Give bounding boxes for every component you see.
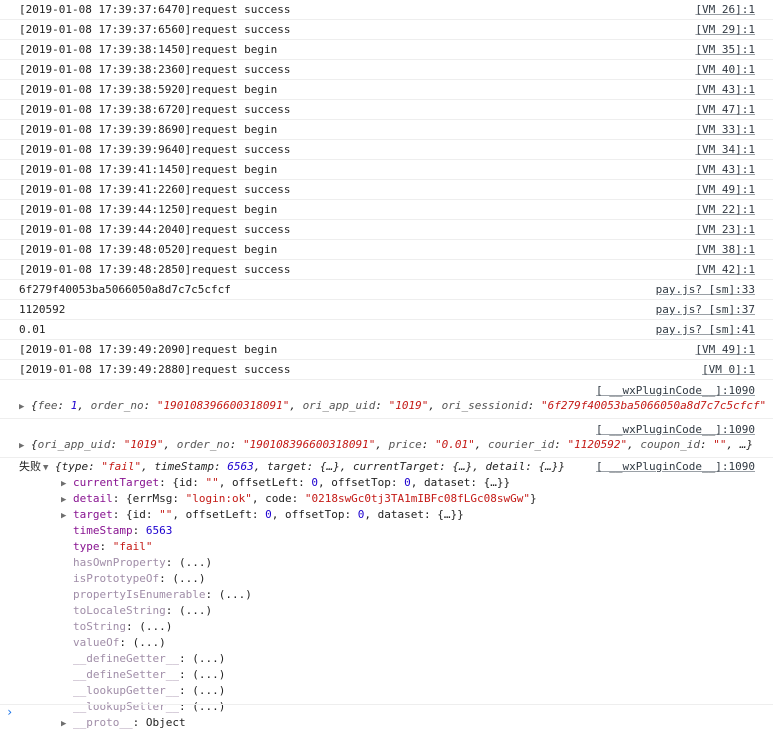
- object-log-row: [ __wxPluginCode__]:1090 ▶ {fee: 1, order…: [0, 380, 773, 419]
- source-link[interactable]: [ __wxPluginCode__]:1090: [596, 458, 755, 475]
- source-link[interactable]: pay.js? [sm]:37: [656, 300, 755, 319]
- property-timeStamp: timeStamp: 6563: [73, 524, 173, 537]
- log-text: [2019-01-08 17:39:48:2850]request succes…: [19, 263, 291, 276]
- console-panel: [2019-01-08 17:39:37:6470]request succes…: [0, 0, 773, 729]
- log-row: [2019-01-08 17:39:38:5920]request begin […: [0, 80, 773, 100]
- source-link[interactable]: [VM 35]:1: [695, 40, 755, 59]
- source-link[interactable]: [VM 29]:1: [695, 20, 755, 39]
- log-row: [2019-01-08 17:39:41:2260]request succes…: [0, 180, 773, 200]
- source-link[interactable]: pay.js? [sm]:33: [656, 280, 755, 299]
- source-link[interactable]: [VM 23]:1: [695, 220, 755, 239]
- log-row: [2019-01-08 17:39:37:6470]request succes…: [0, 0, 773, 20]
- accessor-property[interactable]: valueOf: (...): [0, 635, 773, 651]
- log-row: [2019-01-08 17:39:39:9640]request succes…: [0, 140, 773, 160]
- log-row: [2019-01-08 17:39:44:2040]request succes…: [0, 220, 773, 240]
- log-text: [2019-01-08 17:39:44:1250]request begin: [19, 203, 278, 216]
- accessor-property[interactable]: __defineGetter__: (...): [0, 651, 773, 667]
- log-row: 0.01 pay.js? [sm]:41: [0, 320, 773, 340]
- expand-triangle-icon[interactable]: ▶: [19, 441, 31, 451]
- expand-triangle-icon[interactable]: ▶: [61, 476, 73, 492]
- expand-triangle-icon[interactable]: ▶: [19, 402, 31, 412]
- source-link[interactable]: [VM 0]:1: [702, 360, 755, 379]
- source-link[interactable]: [VM 38]:1: [695, 240, 755, 259]
- log-text: [2019-01-08 17:39:39:8690]request begin: [19, 123, 278, 136]
- log-row: 6f279f40053ba5066050a8d7c7c5cfcf pay.js? …: [0, 280, 773, 300]
- log-row: [2019-01-08 17:39:38:6720]request succes…: [0, 100, 773, 120]
- collapse-triangle-icon[interactable]: ▼: [43, 460, 55, 477]
- log-text: [2019-01-08 17:39:44:2040]request succes…: [19, 223, 291, 236]
- source-link[interactable]: [VM 42]:1: [695, 260, 755, 279]
- log-row: [2019-01-08 17:39:49:2880]request succes…: [0, 360, 773, 380]
- object-preview[interactable]: ▶ {fee: 1, order_no: "190108396600318091"…: [19, 399, 767, 412]
- log-text: [2019-01-08 17:39:48:0520]request begin: [19, 243, 278, 256]
- log-row: [2019-01-08 17:39:38:2360]request succes…: [0, 60, 773, 80]
- accessor-property[interactable]: toLocaleString: (...): [0, 603, 773, 619]
- log-text: [2019-01-08 17:39:38:1450]request begin: [19, 43, 278, 56]
- accessor-property[interactable]: isPrototypeOf: (...): [0, 571, 773, 587]
- log-text: [2019-01-08 17:39:38:6720]request succes…: [19, 103, 291, 116]
- log-text: [2019-01-08 17:39:41:2260]request succes…: [19, 183, 291, 196]
- source-link[interactable]: [VM 40]:1: [695, 60, 755, 79]
- source-link[interactable]: [VM 34]:1: [695, 140, 755, 159]
- log-row: 1120592 pay.js? [sm]:37: [0, 300, 773, 320]
- log-row: [2019-01-08 17:39:44:1250]request begin […: [0, 200, 773, 220]
- property-currentTarget[interactable]: ▶ currentTarget: {id: "", offsetLeft: 0, …: [0, 475, 773, 491]
- source-link[interactable]: [VM 47]:1: [695, 100, 755, 119]
- property-target[interactable]: ▶ target: {id: "", offsetLeft: 0, offsetT…: [0, 507, 773, 523]
- log-text: [2019-01-08 17:39:39:9640]request succes…: [19, 143, 291, 156]
- source-link[interactable]: [VM 43]:1: [695, 160, 755, 179]
- source-link[interactable]: [ __wxPluginCode__]:1090: [596, 423, 755, 436]
- log-text: [2019-01-08 17:39:38:2360]request succes…: [19, 63, 291, 76]
- source-link[interactable]: [ __wxPluginCode__]:1090: [596, 384, 755, 397]
- source-link[interactable]: [VM 33]:1: [695, 120, 755, 139]
- source-link[interactable]: [VM 26]:1: [695, 0, 755, 19]
- prompt-chevron-icon: ›: [6, 705, 14, 719]
- log-row: [2019-01-08 17:39:48:0520]request begin […: [0, 240, 773, 260]
- log-text: 1120592: [19, 303, 66, 316]
- log-text: [2019-01-08 17:39:49:2880]request succes…: [19, 363, 291, 376]
- accessor-property[interactable]: hasOwnProperty: (...): [0, 555, 773, 571]
- expand-triangle-icon[interactable]: ▶: [61, 508, 73, 524]
- object-preview[interactable]: ▶ {ori_app_uid: "1019", order_no: "190108…: [19, 438, 767, 451]
- log-text: [2019-01-08 17:39:41:1450]request begin: [19, 163, 278, 176]
- console-prompt[interactable]: ›: [0, 704, 773, 722]
- accessor-property[interactable]: propertyIsEnumerable: (...): [0, 587, 773, 603]
- log-row: [2019-01-08 17:39:49:2090]request begin […: [0, 340, 773, 360]
- source-link[interactable]: [VM 49]:1: [695, 340, 755, 359]
- source-link[interactable]: [VM 49]:1: [695, 180, 755, 199]
- expanded-object-log: 失败 ▼ {type: "fail", timeStamp: 6563, targe…: [0, 458, 773, 731]
- object-header[interactable]: 失败 ▼ {type: "fail", timeStamp: 6563, targe…: [0, 458, 773, 475]
- expand-triangle-icon[interactable]: ▶: [61, 492, 73, 508]
- log-text: 6f279f40053ba5066050a8d7c7c5cfcf: [19, 283, 231, 296]
- log-row: [2019-01-08 17:39:37:6560]request succes…: [0, 20, 773, 40]
- accessor-property[interactable]: __lookupGetter__: (...): [0, 683, 773, 699]
- source-link[interactable]: [VM 43]:1: [695, 80, 755, 99]
- property-type: type: "fail": [73, 540, 153, 553]
- log-row: [2019-01-08 17:39:39:8690]request begin […: [0, 120, 773, 140]
- property-detail[interactable]: ▶ detail: {errMsg: "login:ok", code: "021…: [0, 491, 773, 507]
- log-text: [2019-01-08 17:39:37:6560]request succes…: [19, 23, 291, 36]
- accessor-property[interactable]: toString: (...): [0, 619, 773, 635]
- log-text: [2019-01-08 17:39:49:2090]request begin: [19, 343, 278, 356]
- fail-label: 失败: [19, 460, 41, 473]
- log-text: [2019-01-08 17:39:37:6470]request succes…: [19, 3, 291, 16]
- source-link[interactable]: [VM 22]:1: [695, 200, 755, 219]
- log-row: [2019-01-08 17:39:41:1450]request begin […: [0, 160, 773, 180]
- log-text: 0.01: [19, 323, 46, 336]
- object-log-row: [ __wxPluginCode__]:1090 ▶ {ori_app_uid: …: [0, 419, 773, 458]
- log-text: [2019-01-08 17:39:38:5920]request begin: [19, 83, 278, 96]
- log-row: [2019-01-08 17:39:48:2850]request succes…: [0, 260, 773, 280]
- accessor-property[interactable]: __defineSetter__: (...): [0, 667, 773, 683]
- log-row: [2019-01-08 17:39:38:1450]request begin […: [0, 40, 773, 60]
- source-link[interactable]: pay.js? [sm]:41: [656, 320, 755, 339]
